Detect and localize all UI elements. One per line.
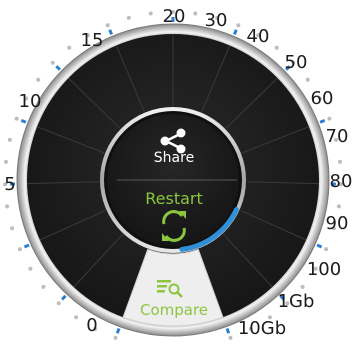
scale-label-14: 10Gb (238, 318, 286, 339)
scale-dot (324, 247, 329, 252)
major-tick (55, 65, 61, 71)
scale-dot (300, 284, 305, 289)
major-tick (233, 29, 238, 35)
major-tick (319, 119, 326, 124)
scale-dot (41, 284, 46, 289)
scale-dot (14, 116, 19, 121)
scale-label-4: 20 (163, 6, 186, 27)
major-tick (60, 294, 67, 301)
scale-label-1: 5 (4, 174, 15, 195)
scale-label-0: 0 (86, 315, 97, 336)
scale-dot (10, 226, 15, 231)
scale-dot (4, 159, 8, 164)
scale-label-5: 30 (205, 10, 228, 31)
scale-label-2: 10 (19, 91, 42, 112)
scale-dot (327, 116, 332, 121)
compare-label: Compare (140, 301, 208, 319)
scale-dot (17, 247, 22, 252)
scale-label-13: 1Gb (278, 291, 315, 312)
scale-label-10: 80 (330, 171, 353, 192)
scale-label-11: 90 (326, 213, 349, 234)
share-label: Share (154, 150, 194, 166)
scale-dot (105, 23, 110, 28)
scale-dot (148, 11, 153, 16)
scale-label-8: 60 (311, 88, 334, 109)
scale-dot (113, 335, 118, 340)
scale-dot (67, 45, 72, 50)
scale-dot (305, 77, 310, 82)
scale-dot (193, 11, 198, 16)
scale-dot (50, 60, 55, 65)
major-tick (23, 243, 30, 249)
scale-dot (36, 77, 41, 82)
scale-dot (236, 23, 241, 28)
scale-dot (74, 315, 79, 320)
scale-dot (5, 204, 10, 209)
scale-label-12: 100 (307, 259, 341, 280)
scale-label-3: 15 (81, 30, 104, 51)
major-tick (225, 327, 231, 334)
scale-dot (338, 159, 342, 164)
scale-dot (228, 335, 233, 340)
major-tick (20, 119, 27, 124)
scale-dot (56, 301, 61, 306)
speed-gauge: Share Restart Compare 0 5 10 15 20 30 40 5060 70… (3, 6, 353, 340)
scale-dot (336, 204, 341, 209)
scale-dot (28, 266, 33, 271)
scale-label-9: 70 (326, 126, 349, 147)
major-tick (108, 29, 113, 35)
major-tick (316, 243, 323, 249)
scale-dot (126, 15, 131, 20)
scale-dot (7, 137, 12, 142)
scale-dot (274, 45, 279, 50)
scale-label-7: 50 (285, 52, 308, 73)
major-tick (115, 327, 121, 334)
scale-label-6: 40 (247, 26, 270, 47)
restart-label: Restart (145, 189, 203, 208)
